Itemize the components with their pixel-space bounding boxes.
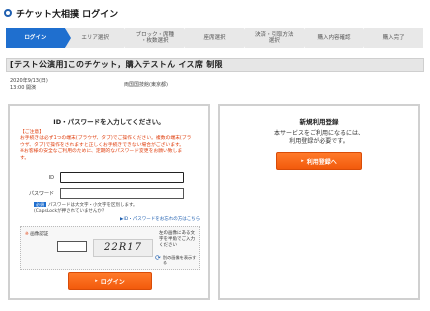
step-login: ログイン — [6, 28, 71, 48]
register-text-line: 利用登録が必要です。 — [289, 138, 349, 146]
register-panel: 新規利用登録 本サービスをご利用になるには、 利用登録が必要です。 ▸ 利用登録… — [218, 104, 420, 300]
id-label: ID — [48, 174, 54, 181]
captcha-image: 22R17 — [93, 239, 153, 257]
forgot-password-link[interactable]: ▶ID・パスワードをお忘れの方はこちら — [120, 216, 200, 222]
login-button-label: ログイン — [100, 278, 125, 286]
step-complete: 購入完了 — [364, 28, 424, 48]
pw-note-2: (CapsLockが押されていませんか？ — [34, 209, 107, 215]
arrow-right-icon: ▸ — [95, 278, 98, 284]
register-panel-title: 新規利用登録 — [299, 118, 339, 126]
password-note: 必須 パスワードは大文字・小文字を区別します。 (CapsLockが押されていませ… — [34, 202, 204, 215]
event-title: [テスト公演用]このチケット，購入テストん イス席 制限 — [6, 58, 424, 72]
password-row: パスワード — [20, 188, 184, 199]
captcha-help: 左の画像にある文字を半角でご入力ください — [159, 231, 195, 248]
step-confirm: 購入内容確認 — [304, 28, 370, 48]
login-button[interactable]: ▸ ログイン — [68, 272, 152, 290]
captcha-label: ※ 画像認証 — [25, 231, 48, 237]
id-row: ID — [20, 172, 184, 183]
register-text: 本サービスをご利用になるには、 利用登録が必要です。 — [220, 130, 418, 146]
step-payment-select: 決済・引取方法 選択 — [244, 28, 310, 48]
step-seat-select: 座席選択 — [185, 28, 250, 48]
event-venue: 両国国技館(東京都) — [124, 82, 168, 88]
event-date-day: 2020年9/13(日) — [10, 78, 48, 84]
captcha-required-mark: ※ — [25, 232, 29, 237]
event-date-time: 13:00 開演 — [10, 84, 36, 91]
event-date: 2020年9/13(日) 13:00 開演 — [10, 78, 48, 91]
captcha-input[interactable] — [57, 241, 87, 252]
register-text-line: 本サービスをご利用になるには、 — [273, 130, 364, 137]
step-area-select: エリア選択 — [65, 28, 131, 48]
captcha-label-text: 画像認証 — [30, 232, 49, 237]
step-block-select: ブロック・席種 ・枚数選択 — [125, 28, 190, 48]
captcha-refresh-label: 別の画像を表示する — [162, 255, 197, 266]
refresh-icon: ⟳ — [155, 254, 161, 262]
progress-steps: ログイン エリア選択 ブロック・席種 ・枚数選択 座席選択 決済・引取方法 選択… — [6, 28, 424, 48]
captcha-refresh-link[interactable]: ⟳ 別の画像を表示する — [155, 255, 199, 266]
register-button[interactable]: ▸ 利用登録へ — [276, 152, 362, 170]
page-header: チケット大相撲 ログイン — [0, 0, 430, 26]
notice-line: ※お客様の安全なご利用のために、定期的なパスワード変更をお願い致しま — [20, 149, 183, 155]
pw-note-1: パスワードは大文字・小文字を区別します。 — [48, 203, 138, 208]
register-button-label: 利用登録へ — [306, 158, 337, 166]
pw-badge: 必須 — [34, 202, 46, 208]
captcha-box: ※ 画像認証 22R17 左の画像にある文字を半角でご入力ください ⟳ 別の画像… — [20, 226, 200, 270]
login-notice: 【ご注意】 お手続きは必ず1つの端末(ブラウザ、タブ)でご操作ください。複数の端… — [20, 130, 200, 162]
password-label: パスワード — [28, 191, 54, 197]
page-title: チケット大相撲 ログイン — [16, 9, 119, 20]
arrow-right-icon: ▸ — [301, 158, 304, 164]
notice-line: お手続きは必ず1つの端末(ブラウザ、タブ)でご操作ください。複数の端末(ブラ — [20, 136, 192, 142]
login-panel: ID・パスワードを入力してください。 【ご注意】 お手続きは必ず1つの端末(ブラ… — [8, 104, 210, 300]
login-panel-title: ID・パスワードを入力してください。 — [53, 118, 165, 126]
id-input[interactable] — [60, 172, 184, 183]
password-input[interactable] — [60, 188, 184, 199]
header-bullet-icon — [4, 9, 12, 17]
notice-line: す。 — [20, 155, 30, 161]
